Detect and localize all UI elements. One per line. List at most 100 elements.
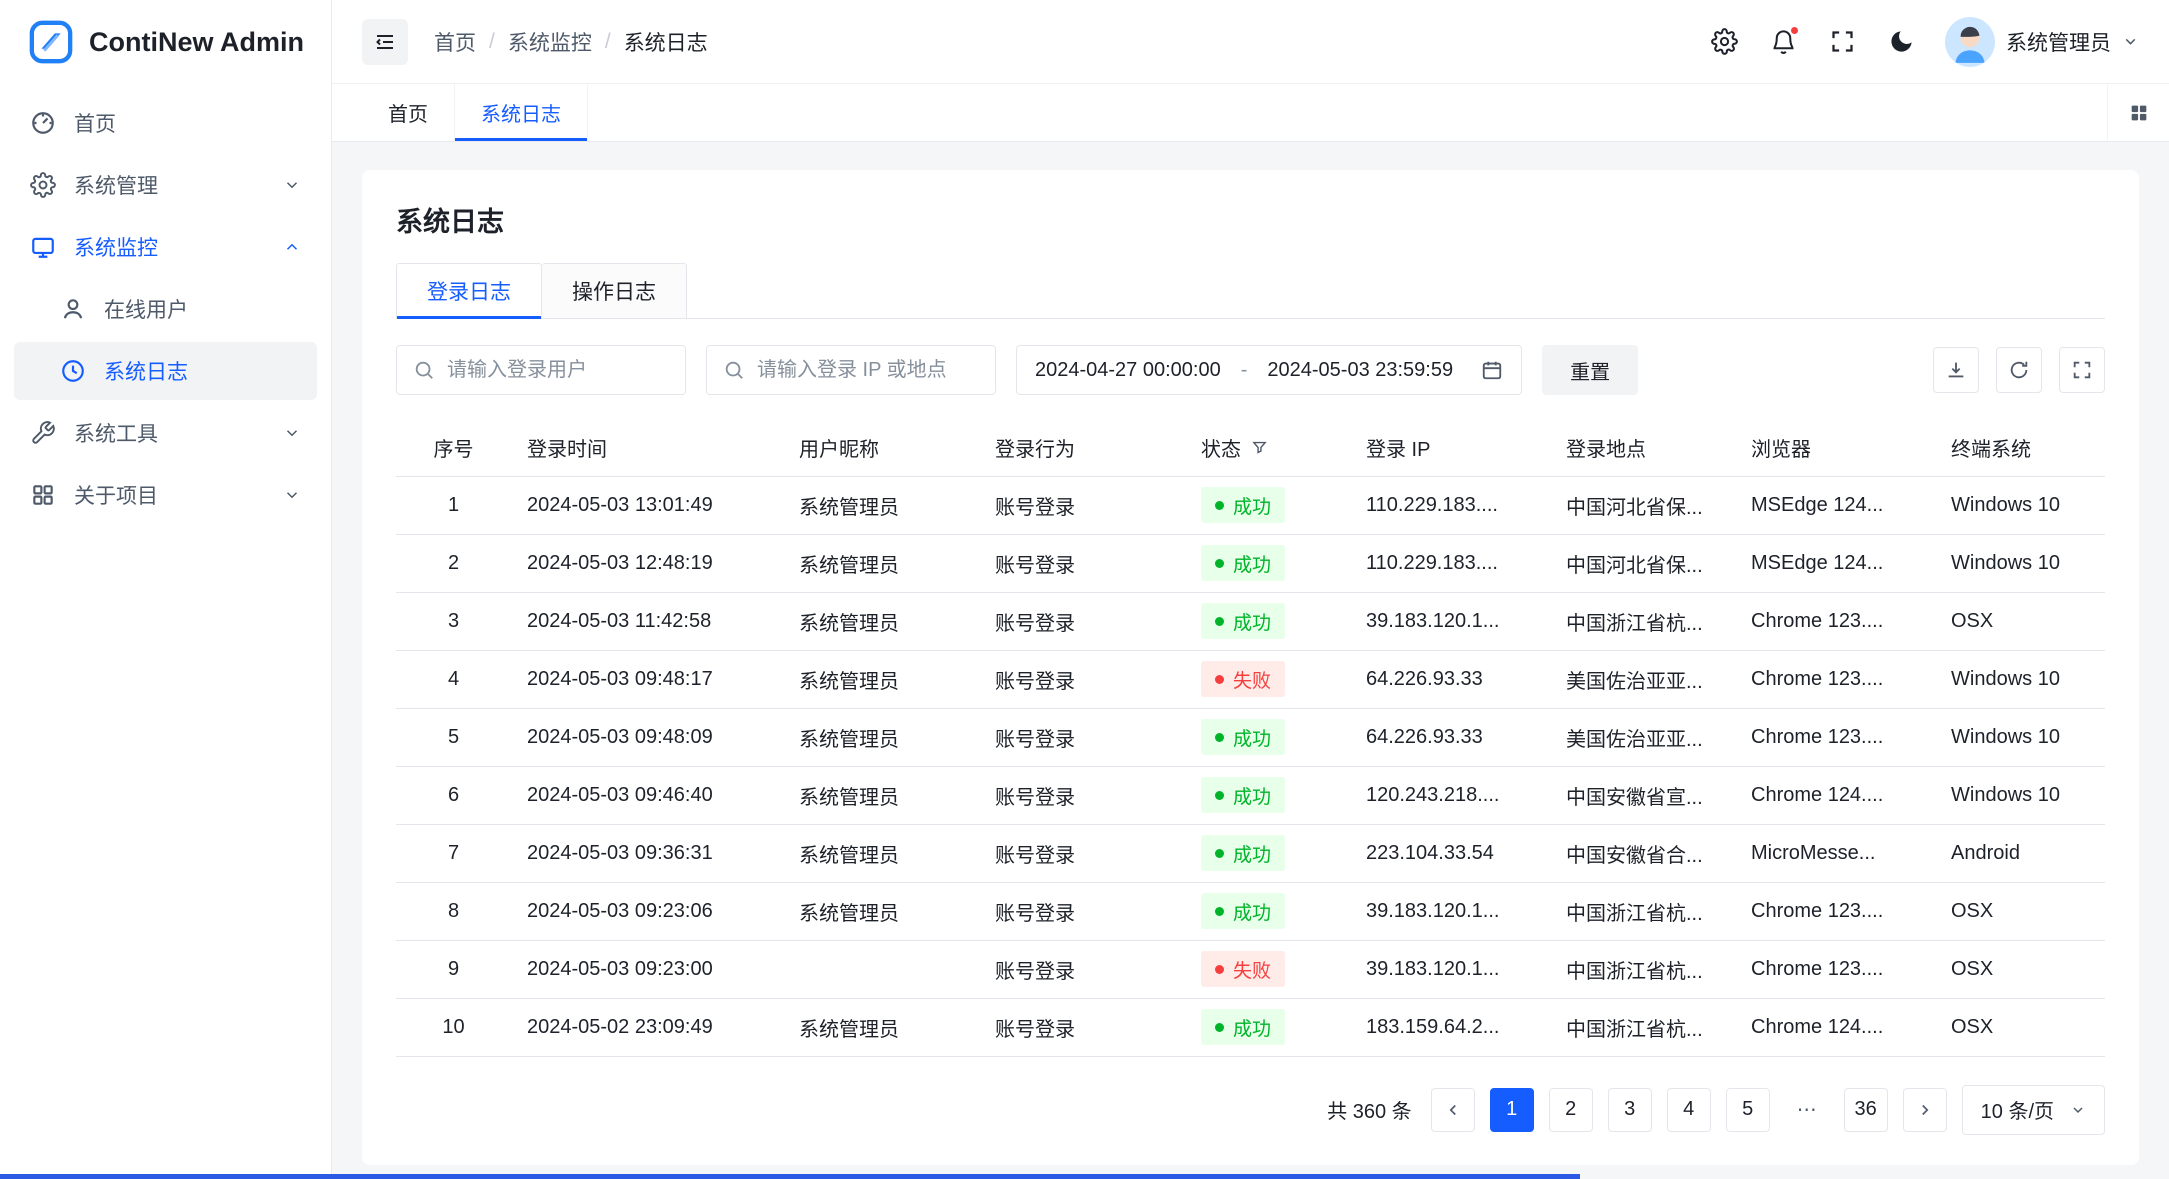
tab-label: 登录日志 [427, 276, 511, 306]
cell-ip: 120.243.218.... [1350, 766, 1550, 824]
cell-behavior: 账号登录 [979, 708, 1185, 766]
pagination-next-button[interactable] [1903, 1088, 1947, 1132]
cell-os: Android [1935, 824, 2105, 882]
breadcrumb-item[interactable]: 系统监控 [508, 27, 592, 57]
status-dot-icon [1215, 965, 1224, 974]
chevron-right-icon [1916, 1101, 1934, 1119]
app-logo[interactable]: ContiNew Admin [0, 0, 331, 84]
cell-os: Windows 10 [1935, 476, 2105, 534]
header-actions: 系统管理员 [1709, 17, 2139, 67]
moon-icon [1888, 28, 1915, 55]
sidebar-item-label: 关于项目 [74, 480, 158, 510]
status-dot-icon [1215, 501, 1224, 510]
breadcrumb-item[interactable]: 首页 [434, 27, 476, 57]
chevron-down-icon [283, 486, 301, 504]
status-badge: 成功 [1201, 777, 1285, 813]
pagination-page-2[interactable]: 2 [1549, 1088, 1593, 1132]
sidebar-item-online-users[interactable]: 在线用户 [14, 280, 317, 338]
tool-icon [30, 420, 56, 446]
cell-status: 成功 [1185, 882, 1350, 940]
calendar-icon [1481, 359, 1503, 381]
cell-browser: MSEdge 124... [1735, 476, 1935, 534]
cell-login-time: 2024-05-02 23:09:49 [511, 998, 783, 1056]
cell-behavior: 账号登录 [979, 882, 1185, 940]
sidebar-item-home[interactable]: 首页 [14, 94, 317, 152]
cell-ip: 223.104.33.54 [1350, 824, 1550, 882]
pagination: 共 360 条 12345⋯36 10 条/页 [396, 1085, 2105, 1135]
cell-nickname [783, 940, 979, 998]
breadcrumb-separator: / [489, 30, 495, 54]
pagination-prev-button[interactable] [1431, 1088, 1475, 1132]
pagination-page-1[interactable]: 1 [1490, 1088, 1534, 1132]
page-tab-label: 首页 [388, 98, 428, 127]
user-menu[interactable]: 系统管理员 [1945, 17, 2139, 67]
cell-browser: Chrome 124.... [1735, 998, 1935, 1056]
pagination-page-3[interactable]: 3 [1608, 1088, 1652, 1132]
pagination-ellipsis[interactable]: ⋯ [1785, 1088, 1829, 1132]
pagination-pages: 12345 ⋯ 36 [1490, 1088, 1888, 1132]
pagination-page-4[interactable]: 4 [1667, 1088, 1711, 1132]
cell-nickname: 系统管理员 [783, 708, 979, 766]
app-name: ContiNew Admin [89, 27, 304, 58]
date-start-value: 2024-04-27 00:00:00 [1035, 359, 1221, 382]
fullscreen-icon [1829, 28, 1856, 55]
clock-icon [60, 358, 86, 384]
cell-login-time: 2024-05-03 09:46:40 [511, 766, 783, 824]
breadcrumb-separator: / [605, 30, 611, 54]
login-user-input[interactable] [447, 359, 669, 382]
export-button[interactable] [1933, 347, 1979, 393]
cell-nickname: 系统管理员 [783, 766, 979, 824]
tab-login-log[interactable]: 登录日志 [396, 263, 542, 318]
date-range-picker[interactable]: 2024-04-27 00:00:00 - 2024-05-03 23:59:5… [1016, 345, 1522, 395]
login-ip-search [706, 345, 996, 395]
filter-bar: 2024-04-27 00:00:00 - 2024-05-03 23:59:5… [396, 345, 2105, 395]
chevron-up-icon [283, 238, 301, 256]
table-fullscreen-button[interactable] [2059, 347, 2105, 393]
cell-location: 美国佐治亚亚... [1550, 650, 1735, 708]
reset-button[interactable]: 重置 [1542, 345, 1638, 395]
cell-location: 美国佐治亚亚... [1550, 708, 1735, 766]
cell-location: 中国浙江省杭... [1550, 998, 1735, 1056]
cell-ip: 64.226.93.33 [1350, 708, 1550, 766]
refresh-button[interactable] [1996, 347, 2042, 393]
tab-list-button[interactable] [2107, 84, 2169, 141]
cell-browser: Chrome 123.... [1735, 882, 1935, 940]
chevron-down-icon [283, 424, 301, 442]
fullscreen-button[interactable] [1827, 26, 1858, 57]
sidebar-item-system-tools[interactable]: 系统工具 [14, 404, 317, 462]
log-type-tabs: 登录日志 操作日志 [396, 263, 2105, 319]
fullscreen-icon [2071, 359, 2093, 381]
page-tab-home[interactable]: 首页 [362, 84, 455, 141]
sidebar-item-label: 系统监控 [74, 232, 158, 262]
cell-os: Windows 10 [1935, 534, 2105, 592]
pagination-page-5[interactable]: 5 [1726, 1088, 1770, 1132]
breadcrumb-item-current: 系统日志 [624, 27, 708, 57]
cell-login-time: 2024-05-03 09:36:31 [511, 824, 783, 882]
col-browser: 浏览器 [1735, 419, 1935, 476]
sidebar-collapse-button[interactable] [362, 19, 408, 65]
chevron-left-icon [1444, 1101, 1462, 1119]
cell-location: 中国河北省保... [1550, 534, 1735, 592]
login-ip-input[interactable] [757, 359, 979, 382]
refresh-icon [2008, 359, 2030, 381]
settings-button[interactable] [1709, 26, 1740, 57]
filter-funnel-icon[interactable] [1251, 439, 1268, 456]
sidebar-item-system-management[interactable]: 系统管理 [14, 156, 317, 214]
notifications-button[interactable] [1768, 26, 1799, 57]
cell-browser: Chrome 123.... [1735, 708, 1935, 766]
cell-index: 9 [396, 940, 511, 998]
tab-label: 操作日志 [572, 276, 656, 306]
main-area: 首页 / 系统监控 / 系统日志 [332, 0, 2169, 1179]
sidebar-item-about[interactable]: 关于项目 [14, 466, 317, 524]
theme-toggle-button[interactable] [1886, 26, 1917, 57]
page-size-select[interactable]: 10 条/页 [1962, 1085, 2105, 1135]
tab-operation-log[interactable]: 操作日志 [542, 263, 687, 318]
notification-badge-dot [1789, 25, 1800, 36]
pagination-page-36[interactable]: 36 [1844, 1088, 1888, 1132]
sidebar-item-system-logs[interactable]: 系统日志 [14, 342, 317, 400]
sidebar-item-system-monitor[interactable]: 系统监控 [14, 218, 317, 276]
col-ip: 登录 IP [1350, 419, 1550, 476]
page-tab-system-logs[interactable]: 系统日志 [455, 84, 588, 141]
cell-nickname: 系统管理员 [783, 824, 979, 882]
cell-browser: MicroMesse... [1735, 824, 1935, 882]
